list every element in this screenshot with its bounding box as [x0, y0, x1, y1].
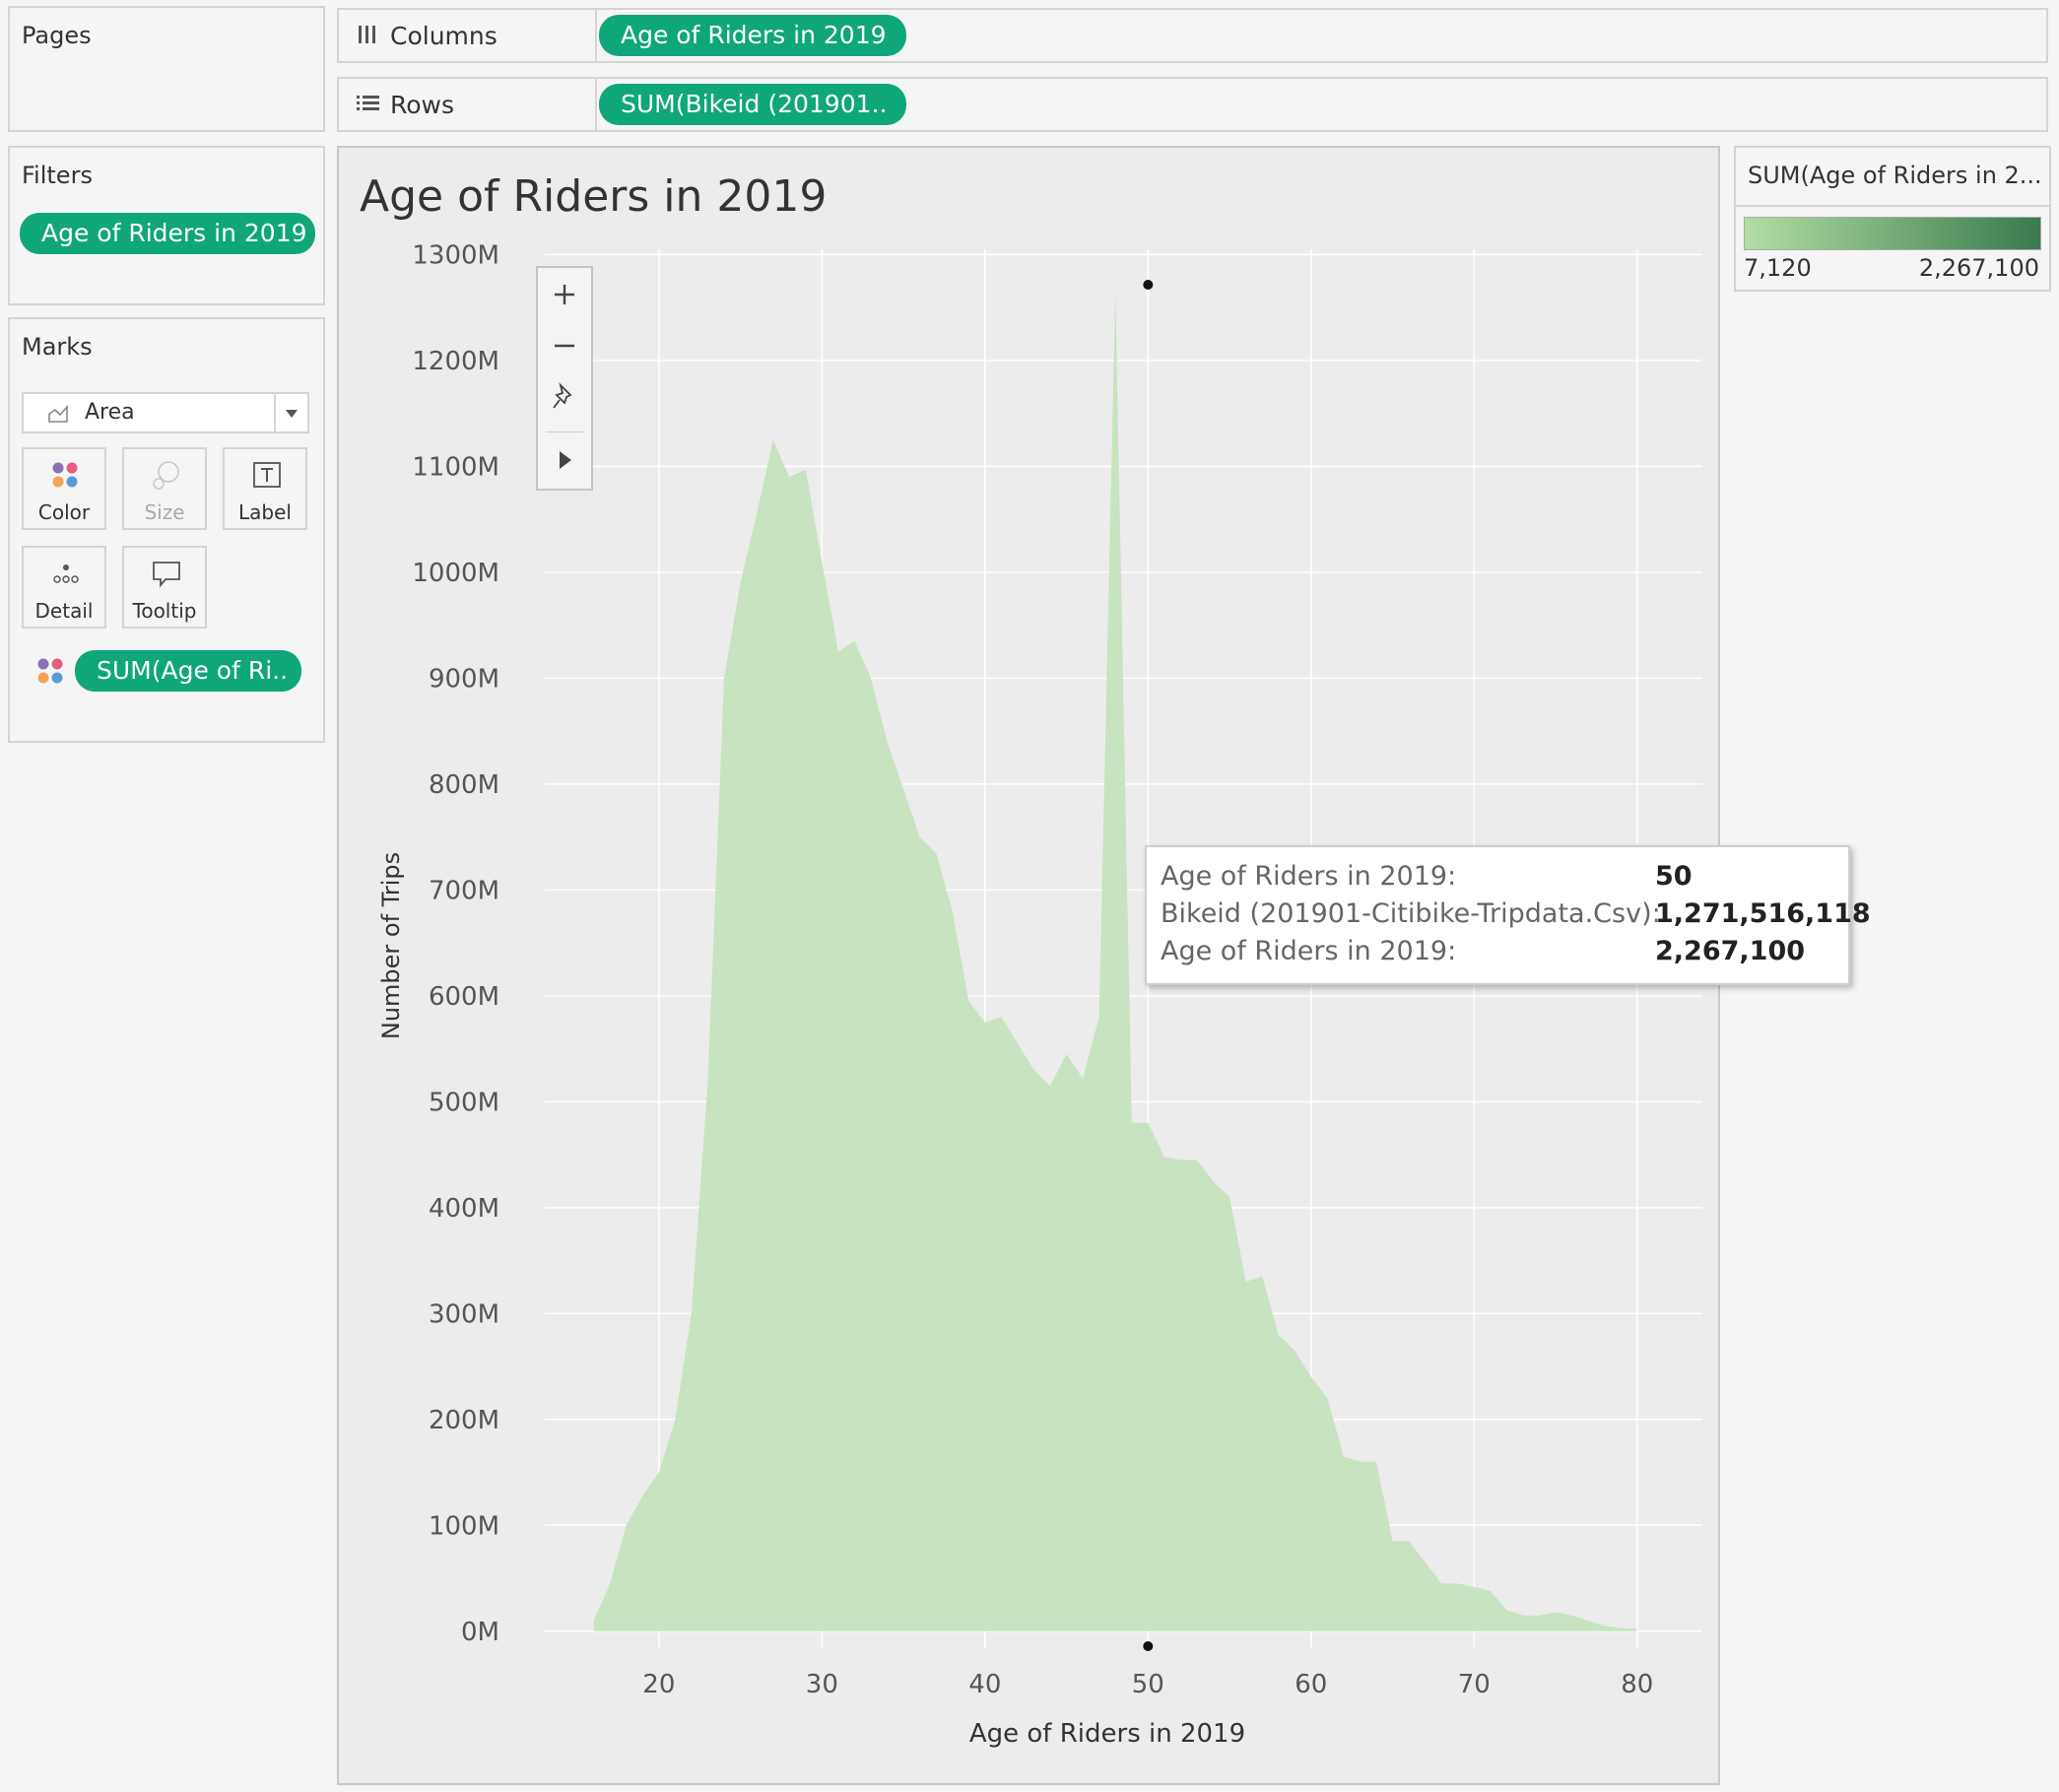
x-axis-title: Age of Riders in 2019	[969, 1719, 1245, 1749]
y-tick-label: 300M	[429, 1299, 499, 1329]
y-tick-label: 400M	[429, 1194, 499, 1224]
y-tick-label: 800M	[429, 770, 499, 800]
tooltip-key: Bikeid (201901-Citibike-Tripdata.Csv):	[1161, 898, 1661, 929]
legend-title-separator	[1736, 205, 2049, 207]
data-tooltip: Age of Riders in 2019: 50 Bikeid (201901…	[1145, 845, 1871, 985]
y-tick-label: 200M	[429, 1406, 499, 1435]
play-icon[interactable]	[556, 449, 575, 471]
tooltip-key: Age of Riders in 2019:	[1161, 936, 1457, 966]
tooltip-value: 2,267,100	[1655, 936, 1806, 966]
tooltip-row: Bikeid (201901-Citibike-Tripdata.Csv): 1…	[1161, 898, 1871, 934]
tooltip-value: 1,271,516,118	[1655, 898, 1871, 929]
x-tick-label: 30	[806, 1670, 838, 1699]
y-tick-label: 500M	[429, 1088, 499, 1117]
highlight-point-base	[1143, 1641, 1154, 1651]
y-tick-label: 700M	[429, 876, 499, 905]
y-tick-label: 0M	[461, 1618, 499, 1647]
y-tick-label: 900M	[429, 664, 499, 694]
x-tick-label: 70	[1458, 1670, 1491, 1699]
y-tick-label: 600M	[429, 982, 499, 1012]
zoom-in-icon[interactable]	[552, 282, 577, 307]
x-tick-label: 40	[968, 1670, 1001, 1699]
y-tick-label: 1000M	[412, 559, 499, 588]
toolbar-separator	[546, 431, 583, 432]
highlight-point[interactable]	[1143, 280, 1154, 291]
pin-icon[interactable]	[552, 382, 577, 412]
chart-title: Age of Riders in 2019	[360, 171, 827, 222]
y-axis-title: Number of Trips	[377, 852, 405, 1039]
x-tick-label: 20	[642, 1670, 675, 1699]
y-tick-label: 1300M	[412, 240, 499, 270]
y-tick-label: 1100M	[412, 452, 499, 482]
y-tick-label: 100M	[429, 1511, 499, 1541]
legend-max-label: 2,267,100	[1918, 254, 2039, 282]
tooltip-row: Age of Riders in 2019: 2,267,100	[1161, 936, 1838, 971]
legend-color-ramp	[1744, 217, 2041, 250]
tooltip-key: Age of Riders in 2019:	[1161, 861, 1457, 892]
color-legend: SUM(Age of Riders in 2... 7,120 2,267,10…	[1734, 146, 2051, 292]
x-tick-label: 50	[1132, 1670, 1164, 1699]
tooltip-row: Age of Riders in 2019: 50	[1161, 861, 1838, 896]
tooltip-value: 50	[1655, 861, 1693, 892]
legend-min-label: 7,120	[1744, 254, 1812, 282]
zoom-out-icon[interactable]	[552, 333, 577, 359]
legend-title: SUM(Age of Riders in 2...	[1748, 162, 2042, 189]
x-axis-ticks: 20 30 40 50 60 70 80	[642, 1670, 1653, 1699]
x-tick-label: 60	[1295, 1670, 1327, 1699]
y-axis-ticks: 0M 100M 200M 300M 400M 500M 600M 700M 800M 900M 10…	[412, 240, 499, 1646]
y-tick-label: 1200M	[412, 347, 499, 376]
x-tick-label: 80	[1621, 1670, 1653, 1699]
zoom-toolbar	[536, 266, 593, 491]
